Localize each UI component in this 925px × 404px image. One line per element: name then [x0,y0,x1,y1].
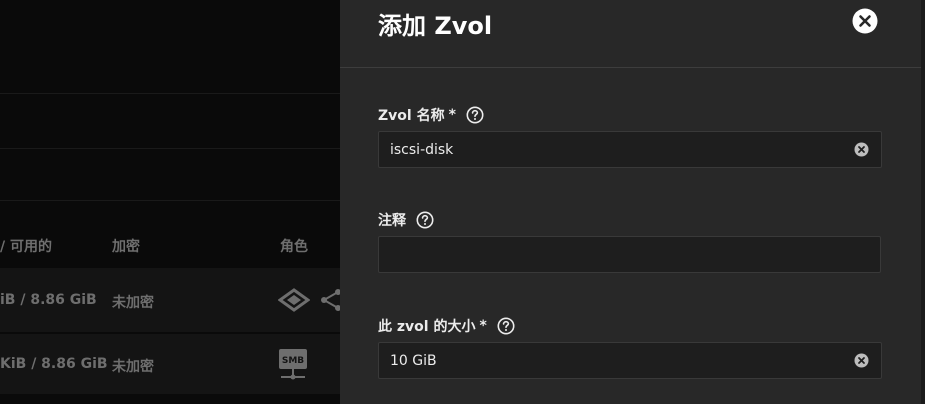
column-header-available: / 可用的 [0,239,52,255]
divider [0,93,340,94]
drawer-title: 添加 Zvol [378,12,493,40]
close-icon[interactable] [852,8,878,34]
help-icon[interactable] [466,106,484,124]
divider [0,148,340,149]
share-network-icon [321,289,340,311]
header-divider [340,67,921,68]
table-row[interactable]: iB / 8.86 GiB 未加密 [0,268,340,332]
comment-label-text: 注释 [378,213,406,229]
smb-share-icon: SMB [279,349,307,380]
zvol-name-input[interactable] [379,132,850,167]
column-header-encryption: 加密 [112,239,140,255]
svg-text:SMB: SMB [282,356,304,366]
help-icon[interactable] [497,317,515,335]
zvol-name-label-text: Zvol 名称 [378,108,445,124]
zvol-name-label: Zvol 名称 * [378,105,484,125]
comment-label: 注释 [378,210,434,230]
scrollbar[interactable] [921,0,925,404]
share-diamond-icon [278,288,310,312]
clear-icon[interactable] [854,142,869,157]
required-mark: * [479,318,487,334]
background-page: / 可用的 加密 角色 iB / 8.86 GiB 未加密 KiB / 8.86… [0,0,340,404]
zvol-size-input[interactable] [379,343,850,378]
clear-icon[interactable] [854,353,869,368]
comment-input[interactable] [379,237,850,272]
column-header-role: 角色 [280,239,308,255]
add-zvol-drawer: 添加 Zvol Zvol 名称 * 注释 此 zvol 的大 [340,0,921,404]
help-icon[interactable] [416,211,434,229]
comment-field [378,236,881,273]
zvol-name-field [378,131,882,168]
available-cell: KiB / 8.86 GiB [0,356,108,372]
table-row[interactable]: KiB / 8.86 GiB 未加密 SMB [0,334,340,394]
required-mark: * [448,107,456,123]
zvol-size-field [378,342,882,379]
encryption-cell: 未加密 [112,359,154,375]
encryption-cell: 未加密 [112,295,154,311]
divider [0,200,340,201]
zvol-size-label: 此 zvol 的大小 * [378,316,515,336]
zvol-size-label-text: 此 zvol 的大小 [378,319,476,335]
available-cell: iB / 8.86 GiB [0,292,97,308]
